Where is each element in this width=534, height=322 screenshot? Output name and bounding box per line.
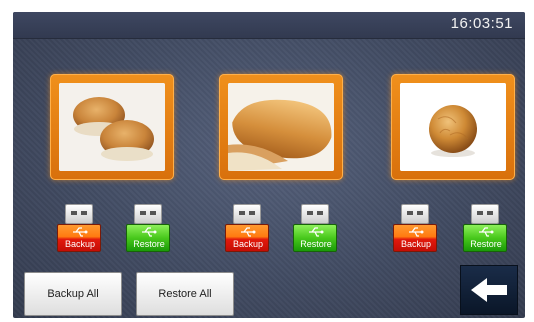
restore-label: Restore	[300, 239, 332, 249]
restore-label: Restore	[470, 239, 502, 249]
product-tile-burger-buns[interactable]	[50, 74, 174, 180]
usb-plug-icon	[471, 204, 499, 224]
usb-symbol-icon	[73, 227, 88, 237]
clock: 16:03:51	[450, 15, 513, 32]
backup-label: Backup	[232, 239, 264, 249]
restore-label: Restore	[133, 239, 165, 249]
backup-label: Backup	[400, 239, 432, 249]
backup-button-1[interactable]: Backup	[57, 204, 101, 254]
usb-symbol-icon	[241, 227, 256, 237]
backup-label: Backup	[64, 239, 96, 249]
usb-plug-icon	[134, 204, 162, 224]
restore-button-3[interactable]: Restore	[463, 204, 507, 254]
backup-button-2[interactable]: Backup	[225, 204, 269, 254]
usb-symbol-icon	[479, 227, 494, 237]
backup-button-3[interactable]: Backup	[393, 204, 437, 254]
top-bar: 16:03:51	[13, 12, 525, 39]
panel-screen: 16:03:51 Backup Restore Backup Restore B…	[13, 12, 525, 318]
usb-plug-icon	[65, 204, 93, 224]
backup-all-button[interactable]: Backup All	[24, 272, 122, 316]
restore-button-1[interactable]: Restore	[126, 204, 170, 254]
usb-symbol-icon	[309, 227, 324, 237]
hot-dog-bun-image	[228, 83, 334, 171]
usb-plug-icon	[301, 204, 329, 224]
burger-buns-image	[59, 83, 165, 171]
product-tile-round-roll[interactable]	[391, 74, 515, 180]
usb-plug-icon	[233, 204, 261, 224]
product-tile-hot-dog-bun[interactable]	[219, 74, 343, 180]
usb-plug-icon	[401, 204, 429, 224]
usb-symbol-icon	[142, 227, 157, 237]
restore-button-2[interactable]: Restore	[293, 204, 337, 254]
round-roll-image	[400, 83, 506, 171]
back-button[interactable]	[460, 265, 518, 315]
restore-all-button[interactable]: Restore All	[136, 272, 234, 316]
arrow-left-icon	[471, 278, 507, 302]
usb-symbol-icon	[409, 227, 424, 237]
